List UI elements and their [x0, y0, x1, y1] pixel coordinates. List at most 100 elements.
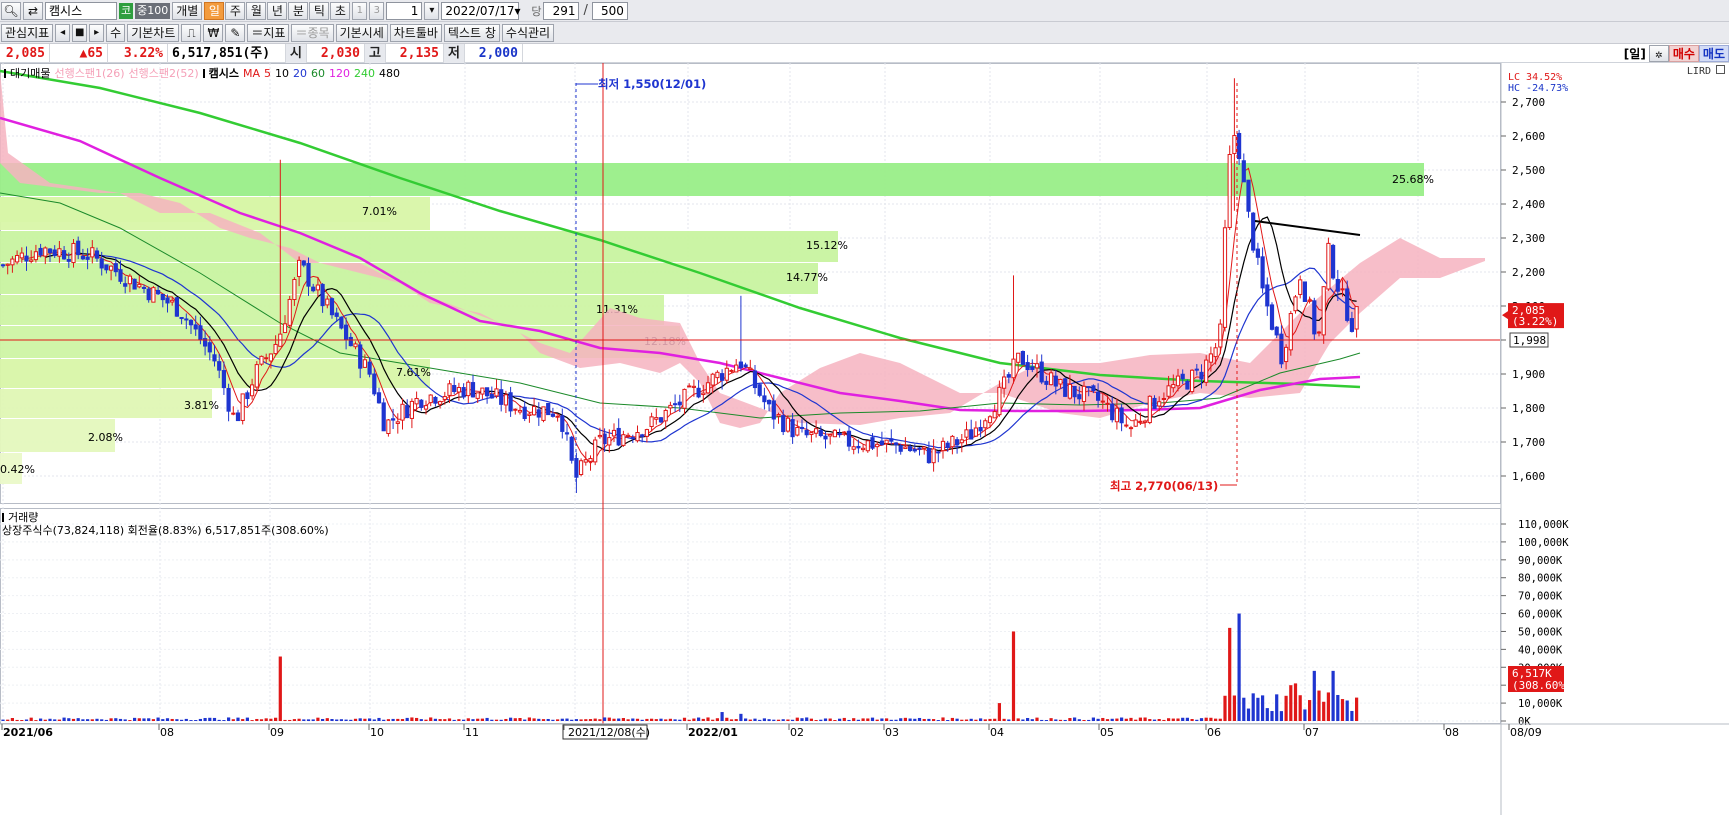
- candle-body: [19, 252, 24, 259]
- volume-bar: [335, 719, 339, 721]
- chart-toolbar-button[interactable]: 차트툴바: [389, 23, 442, 42]
- candle-body: [1194, 368, 1199, 371]
- candle-body: [1349, 318, 1355, 332]
- candle-body: [386, 419, 391, 435]
- current-price-pct-label: (3.22%): [1512, 315, 1558, 328]
- candle-body: [1147, 395, 1152, 424]
- candle-body: [466, 381, 471, 397]
- volume-bar: [1026, 717, 1030, 721]
- volume-bar: [471, 719, 475, 721]
- chart-style-icon[interactable]: ⎍: [181, 23, 202, 42]
- prev-icon[interactable]: ◂: [55, 23, 71, 42]
- chart-area[interactable]: 2,7002,6002,5002,4002,3002,2002,1002,000…: [0, 63, 1729, 815]
- volume-bar: [386, 719, 390, 721]
- volume-bar: [1270, 711, 1274, 721]
- volume-bar: [1228, 627, 1232, 721]
- candle-body: [687, 385, 692, 388]
- volume-bar: [90, 719, 94, 721]
- volume-bar: [415, 717, 419, 721]
- num1-button[interactable]: 1: [352, 1, 368, 20]
- won-icon[interactable]: ₩: [203, 23, 224, 42]
- chart-canvas[interactable]: 2,7002,6002,5002,4002,3002,2002,1002,000…: [0, 63, 1729, 815]
- individual-button[interactable]: 개별: [172, 1, 203, 20]
- volume-bar: [1199, 718, 1204, 721]
- stop-icon[interactable]: ■: [72, 23, 88, 42]
- volume-bar: [917, 717, 922, 721]
- candle-body: [912, 448, 917, 452]
- search-icon[interactable]: 🔍︎: [1, 1, 21, 20]
- volume-bar: [1176, 718, 1180, 721]
- candle-body: [38, 247, 43, 256]
- count-field[interactable]: 291: [543, 1, 580, 20]
- volume-profile-pct: 15.12%: [806, 239, 848, 252]
- formula-mgmt-button[interactable]: 수식관리: [501, 23, 555, 42]
- candle-body: [231, 412, 236, 415]
- number-button[interactable]: 수: [106, 23, 126, 42]
- candle-body: [569, 436, 574, 461]
- volume-bar: [1044, 720, 1048, 721]
- candle-body: [724, 367, 729, 381]
- num2-button[interactable]: 3: [369, 1, 385, 20]
- candle-body: [1002, 376, 1007, 389]
- volume-bar: [274, 717, 278, 721]
- volume-bar: [81, 719, 85, 721]
- low-annotation: 최저 1,550(12/01): [598, 77, 706, 91]
- candle-body: [160, 293, 165, 301]
- candle-body: [893, 442, 899, 446]
- x-axis-label: 11: [465, 726, 479, 739]
- candle-body: [550, 413, 555, 417]
- chevron-down-icon[interactable]: ▾: [424, 1, 440, 20]
- volume-bar: [311, 719, 315, 721]
- minus-indicator-button[interactable]: ＝지표: [247, 23, 290, 42]
- period-button[interactable]: 초: [330, 1, 351, 20]
- volume-bar: [118, 718, 123, 721]
- volume-bar: [194, 720, 198, 721]
- candle-body: [1269, 304, 1275, 330]
- drawing-tool-icon[interactable]: ✎: [225, 23, 246, 42]
- volume-bar: [1143, 717, 1147, 721]
- period-button[interactable]: 틱: [309, 1, 330, 20]
- basic-chart-button[interactable]: 기본차트: [127, 23, 180, 42]
- maximize-icon[interactable]: [1716, 65, 1725, 74]
- x-axis-label: 04: [990, 726, 1004, 739]
- interest-indicator-button[interactable]: 관심지표: [1, 23, 54, 42]
- candle-body: [207, 342, 212, 353]
- buy-button[interactable]: 매수: [1668, 45, 1699, 62]
- candle-body: [470, 382, 476, 398]
- volume-bar: [48, 718, 52, 721]
- next-icon[interactable]: ▸: [89, 23, 105, 42]
- volume-bar: [1096, 718, 1100, 721]
- volume-bar: [452, 719, 456, 721]
- period-button[interactable]: 분: [288, 1, 309, 20]
- period-button[interactable]: 년: [267, 1, 288, 20]
- swap-icon[interactable]: ⇄: [23, 1, 43, 20]
- basic-quote-button[interactable]: 기본시세: [335, 23, 388, 42]
- candle-body: [579, 460, 584, 476]
- count-total-field[interactable]: 500: [591, 1, 628, 20]
- candle-body: [240, 393, 245, 421]
- period-button[interactable]: 일: [204, 1, 225, 20]
- volume-bar: [1138, 717, 1142, 721]
- volume-bar: [932, 719, 936, 721]
- date-field[interactable]: 2022/07/17 ▾: [441, 1, 521, 20]
- candle-body: [832, 429, 837, 438]
- minus-item-button[interactable]: ＝종목: [291, 23, 334, 42]
- unit-field[interactable]: 1: [386, 1, 423, 20]
- volume-bar: [1007, 719, 1011, 721]
- volume-bar: [1105, 719, 1110, 721]
- volume-bar: [429, 717, 433, 721]
- volume-bar: [899, 718, 903, 721]
- volume-bar: [1265, 708, 1269, 721]
- sell-button[interactable]: 매도: [1698, 45, 1729, 62]
- volume-bar: [739, 713, 743, 721]
- stock-name-field[interactable]: 캠시스: [45, 1, 117, 20]
- period-button[interactable]: 주: [225, 1, 246, 20]
- x-axis-label: 2021/06: [3, 726, 53, 739]
- text-window-button[interactable]: 텍스트 창: [443, 23, 500, 42]
- x-axis-label: 06: [1207, 726, 1221, 739]
- candle-body: [1274, 326, 1279, 336]
- candle-body: [987, 416, 993, 424]
- candle-body: [1128, 427, 1134, 430]
- settings-icon[interactable]: ✲: [1648, 45, 1669, 62]
- period-button[interactable]: 월: [246, 1, 267, 20]
